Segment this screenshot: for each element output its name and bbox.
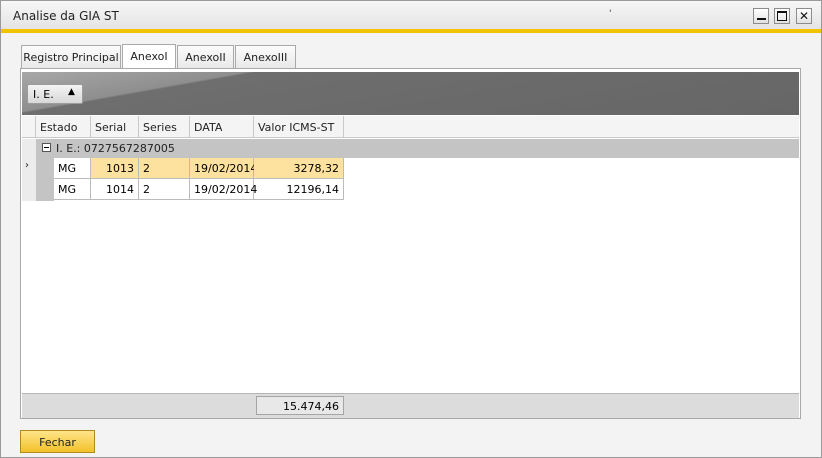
row-selector-header xyxy=(22,116,36,138)
cell-data[interactable]: 19/02/2014 xyxy=(190,179,257,200)
column-header-data[interactable]: DATA xyxy=(190,116,254,138)
group-row-label: I. E.: 0727567287005 xyxy=(56,142,175,155)
collapse-icon[interactable] xyxy=(42,143,51,152)
cell-valor-icms-st[interactable]: 12196,14 xyxy=(254,179,344,200)
close-icon: ✕ xyxy=(798,9,810,23)
group-row[interactable]: I. E.: 0727567287005 xyxy=(36,139,799,158)
summary-footer: 15.474,46 xyxy=(22,393,799,418)
group-by-area: I. E. ▲ xyxy=(22,72,799,115)
title-mark: ' xyxy=(609,9,612,19)
total-valor-icms-st: 15.474,46 xyxy=(256,396,344,415)
minimize-button[interactable] xyxy=(753,8,769,24)
cell-estado[interactable]: MG xyxy=(54,179,91,200)
cell-data[interactable]: 19/02/2014 xyxy=(190,158,257,179)
tab-anexo-i[interactable]: AnexoI xyxy=(122,44,176,69)
cell-valor-icms-st[interactable]: 3278,32 xyxy=(254,158,344,179)
sort-ascending-icon: ▲ xyxy=(68,87,75,97)
cell-serial[interactable]: 1014 xyxy=(91,179,139,200)
column-header-valor-icms-st[interactable]: Valor ICMS-ST xyxy=(254,116,344,138)
fechar-button[interactable]: Fechar xyxy=(20,430,95,453)
current-row-indicator-icon: › xyxy=(25,160,29,171)
group-by-label: I. E. xyxy=(33,88,54,101)
group-indent xyxy=(36,158,54,201)
cell-serial[interactable]: 1013 xyxy=(91,158,139,179)
cell-series[interactable]: 2 xyxy=(139,179,190,200)
close-button[interactable]: ✕ xyxy=(796,8,812,24)
maximize-icon xyxy=(777,11,787,21)
grid-panel: I. E. ▲ Estado Serial Series DATA Valor … xyxy=(20,68,801,419)
column-header-filler xyxy=(344,116,799,138)
title-accent-bar xyxy=(1,29,821,33)
minimize-icon xyxy=(756,17,766,20)
column-header-serial[interactable]: Serial xyxy=(91,116,139,138)
cell-estado[interactable]: MG xyxy=(54,158,91,179)
tab-anexo-ii[interactable]: AnexoII xyxy=(177,45,234,68)
column-header-estado[interactable]: Estado xyxy=(36,116,91,138)
tab-anexo-iii[interactable]: AnexoIII xyxy=(235,45,296,68)
title-bar[interactable]: Analise da GIA ST ' ✕ xyxy=(1,1,821,29)
cell-series[interactable]: 2 xyxy=(139,158,190,179)
window-title: Analise da GIA ST xyxy=(13,9,119,23)
column-header-series[interactable]: Series xyxy=(139,116,190,138)
group-by-chip[interactable]: I. E. ▲ xyxy=(27,84,83,104)
maximize-button[interactable] xyxy=(774,8,790,24)
tab-registro-principal[interactable]: Registro Principal xyxy=(21,45,121,68)
window: Analise da GIA ST ' ✕ Registro Principal… xyxy=(0,0,822,458)
